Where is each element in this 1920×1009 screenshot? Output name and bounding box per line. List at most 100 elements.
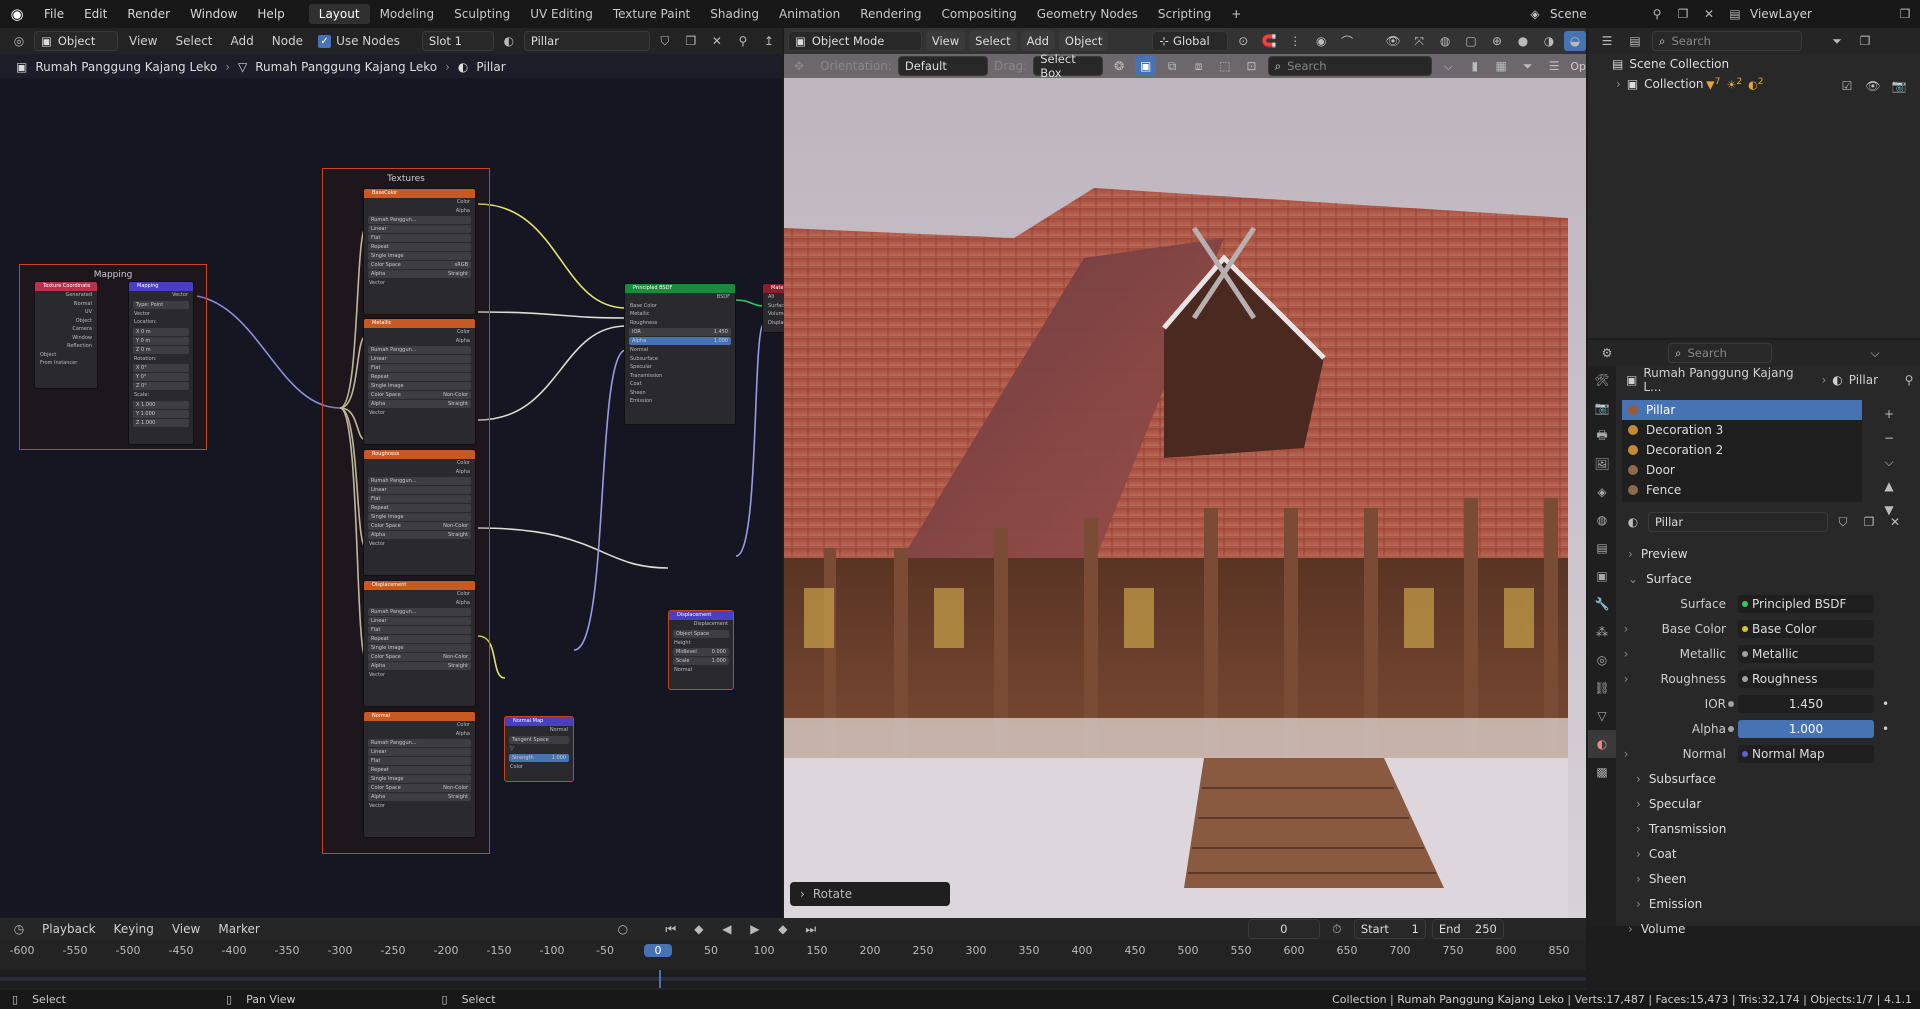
collection-row[interactable]: › ▣ Collection ▼7 ☀2 ◐2 ☑ 👁 📷 xyxy=(1588,74,1920,94)
menu-render[interactable]: Render xyxy=(117,7,180,21)
space-select[interactable]: Object Space xyxy=(673,629,729,638)
menu-help[interactable]: Help xyxy=(247,7,294,21)
material-tab-icon[interactable]: ◐ xyxy=(1588,730,1616,758)
image-select[interactable]: Rumah Panggun... xyxy=(368,739,471,747)
transform-orientation-select[interactable]: ⊹ Global xyxy=(1152,31,1229,51)
viewport-search-field[interactable]: ⌕ Search xyxy=(1267,56,1433,76)
pin-icon[interactable]: ⚲ xyxy=(732,31,754,51)
expand-chevron-icon[interactable]: › xyxy=(1616,622,1636,636)
material-slot-list[interactable]: Pillar Decoration 3 Decoration 2 Door Fence xyxy=(1622,400,1862,502)
drag-select[interactable]: Select Box xyxy=(1033,52,1103,80)
start-frame-field[interactable]: Start 1 xyxy=(1353,919,1426,939)
image-select[interactable]: Rumah Panggun... xyxy=(368,346,471,354)
socket-roughness[interactable]: Roughness xyxy=(625,319,735,328)
colorspace-select[interactable]: Color Space Non-Color xyxy=(368,391,471,399)
socket-dot-icon[interactable] xyxy=(1728,725,1734,732)
projection-select[interactable]: Flat xyxy=(368,757,471,765)
material-sphere-icon[interactable]: ◐ xyxy=(498,31,520,51)
image-texture-node-basecolor[interactable]: BaseColor Color Alpha Rumah Panggun... Linea… xyxy=(363,188,476,315)
select-mode-invert-icon[interactable]: ⬚ xyxy=(1215,56,1235,76)
subsection-transmission[interactable]: Transmission xyxy=(625,372,735,381)
subsection-specular[interactable]: Specular xyxy=(625,363,735,372)
bookmark-icon[interactable]: ▮ xyxy=(1465,56,1485,76)
menu-edit[interactable]: Edit xyxy=(74,7,117,21)
material-name-field[interactable]: Pillar xyxy=(1648,512,1828,532)
vp-menu-select[interactable]: Select xyxy=(969,31,1017,51)
scene-tab-icon[interactable]: ◈ xyxy=(1588,478,1616,506)
view-layer-tab-icon[interactable]: 🖼 xyxy=(1588,450,1616,478)
normal-map-node[interactable]: Normal Map Normal Tangent Space ▽ Streng… xyxy=(504,716,574,782)
scene-collection-row[interactable]: ▤ Scene Collection xyxy=(1588,54,1920,74)
socket-dot-icon[interactable] xyxy=(1742,650,1748,657)
object-type-select[interactable]: ▣ Object xyxy=(34,31,118,51)
material-slot-pillar[interactable]: Pillar xyxy=(1622,400,1862,420)
modifier-tab-icon[interactable]: 🔧 xyxy=(1588,590,1616,618)
jump-end-icon[interactable]: ⏭ xyxy=(800,919,822,939)
mode-select[interactable]: ▣ Object Mode xyxy=(788,31,922,51)
new-scene-icon[interactable]: ❐ xyxy=(1672,4,1694,24)
material-slot-door[interactable]: Door xyxy=(1622,460,1862,480)
rotation-z-field[interactable]: Z 0° xyxy=(133,382,189,390)
uv-map-icon[interactable]: ▽ xyxy=(505,745,573,754)
tl-menu-view[interactable]: View xyxy=(166,922,206,936)
pin-icon[interactable]: ⚲ xyxy=(1898,370,1920,390)
interpolation-select[interactable]: Linear xyxy=(368,355,471,363)
socket-vector-in[interactable]: Vector xyxy=(129,310,193,319)
alpha-mode-select[interactable]: Alpha Straight xyxy=(368,662,471,670)
expand-chevron-icon[interactable]: › xyxy=(1616,647,1636,661)
material-name-field[interactable]: Pillar xyxy=(523,31,650,51)
scale-field[interactable]: Scale 1.000 xyxy=(673,657,729,665)
breadcrumb-mesh[interactable]: Rumah Panggung Kajang Leko xyxy=(255,60,437,74)
orientation-select[interactable]: Default xyxy=(897,56,989,76)
editor-type-icon[interactable]: ◎ xyxy=(8,31,30,51)
subsection-specular[interactable]: › Specular xyxy=(1616,791,1920,816)
extension-select[interactable]: Repeat xyxy=(368,766,471,774)
subsection-coat[interactable]: › Coat xyxy=(1616,841,1920,866)
select-mode-subtract-icon[interactable]: ⧈ xyxy=(1188,56,1208,76)
socket-vector-out[interactable]: Vector xyxy=(129,291,193,300)
vp-menu-view[interactable]: View xyxy=(925,31,966,51)
duplicate-material-icon[interactable]: ❐ xyxy=(680,31,702,51)
socket-reflection[interactable]: Reflection xyxy=(35,342,97,351)
socket-vector[interactable]: Vector xyxy=(364,409,475,418)
socket-camera[interactable]: Camera xyxy=(35,325,97,334)
subsection-emission[interactable]: › Emission xyxy=(1616,891,1920,916)
add-slot-icon[interactable]: + xyxy=(1878,404,1900,424)
jump-keyframe-forward-icon[interactable]: ◆ xyxy=(772,919,794,939)
socket-window[interactable]: Window xyxy=(35,334,97,343)
prop-value-field[interactable]: Normal Map xyxy=(1738,744,1874,763)
blender-logo-icon[interactable]: ◉ xyxy=(6,3,28,25)
material-slot-decoration-3[interactable]: Decoration 3 xyxy=(1622,420,1862,440)
socket-uv[interactable]: UV xyxy=(35,308,97,317)
colorspace-select[interactable]: Color Space Non-Color xyxy=(368,653,471,661)
scene-name[interactable]: Scene xyxy=(1550,7,1642,21)
material-slot-fence[interactable]: Fence xyxy=(1622,480,1862,500)
tl-menu-marker[interactable]: Marker xyxy=(212,922,265,936)
slot-menu-icon[interactable]: ⌵ xyxy=(1878,452,1900,472)
parent-node-tree-icon[interactable]: ↥ xyxy=(758,31,780,51)
snap-increment-icon[interactable]: ⋮ xyxy=(1284,31,1306,51)
mapping-type-select[interactable]: Type: Point xyxy=(133,300,189,309)
collection-tab-icon[interactable]: ▤ xyxy=(1588,534,1616,562)
alpha-mode-select[interactable]: Alpha Straight xyxy=(368,793,471,801)
space-select[interactable]: Tangent Space xyxy=(509,735,569,744)
render-camera-icon[interactable]: 📷 xyxy=(1888,76,1910,96)
color-wheel-icon[interactable]: ❂ xyxy=(1109,56,1129,76)
image-texture-node-metallic[interactable]: Metallic Color Alpha Rumah Panggun... Linear… xyxy=(363,318,476,445)
particles-tab-icon[interactable]: ⁂ xyxy=(1588,618,1616,646)
options-icon[interactable]: ☰ xyxy=(1544,56,1564,76)
socket-dot-icon[interactable] xyxy=(1742,625,1748,632)
rotation-y-field[interactable]: Y 0° xyxy=(133,373,189,381)
falloff-icon[interactable]: ⌒ xyxy=(1336,31,1358,51)
ne-menu-node[interactable]: Node xyxy=(265,34,310,48)
new-view-layer-icon[interactable]: ❐ xyxy=(1894,4,1916,24)
play-reverse-icon[interactable]: ◀ xyxy=(716,919,738,939)
alpha-field[interactable]: Alpha 1.000 xyxy=(629,337,731,345)
remove-slot-icon[interactable]: − xyxy=(1878,428,1900,448)
socket-alpha[interactable]: Alpha xyxy=(364,599,475,608)
unlink-material-icon[interactable]: ✕ xyxy=(1884,512,1906,532)
select-mode-new-icon[interactable]: ▣ xyxy=(1135,56,1156,76)
rotation-x-field[interactable]: X 0° xyxy=(133,364,189,372)
socket-metallic[interactable]: Metallic xyxy=(625,310,735,319)
visibility-icon[interactable]: 👁 xyxy=(1382,31,1404,51)
